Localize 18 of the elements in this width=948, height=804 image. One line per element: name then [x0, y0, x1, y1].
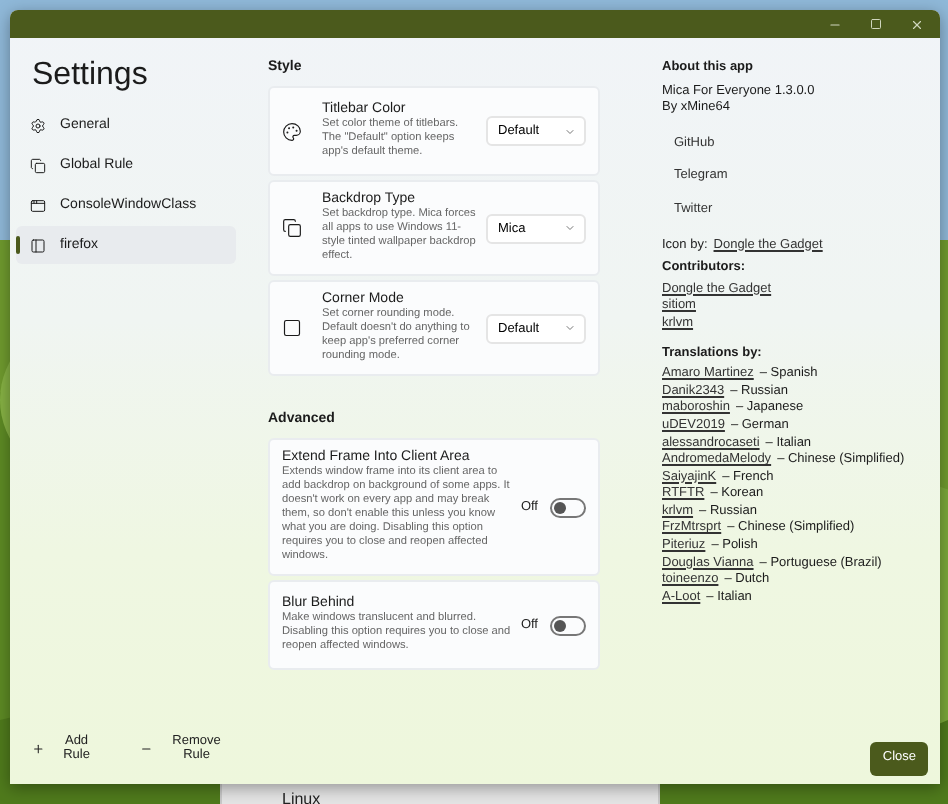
chevron-icon: [564, 125, 576, 137]
nav-icon: [30, 197, 46, 213]
copy-icon: [282, 218, 302, 238]
plus-icon: [32, 741, 45, 755]
list-item: Linux: [282, 790, 321, 804]
nav-icon: [30, 117, 46, 133]
selection-indicator: [16, 236, 20, 254]
square-icon: [282, 318, 302, 338]
toggle-switch[interactable]: [550, 497, 586, 517]
chevron-icon: [564, 322, 576, 334]
nav-icon: [30, 157, 46, 173]
maximize-icon[interactable]: [870, 18, 882, 30]
close-icon[interactable]: [910, 17, 924, 31]
page-title: Settings: [30, 56, 150, 96]
palette-icon: [282, 121, 302, 141]
nav-icon: [30, 237, 46, 253]
chevron-icon: [564, 222, 576, 234]
toggle-switch[interactable]: [550, 615, 586, 635]
